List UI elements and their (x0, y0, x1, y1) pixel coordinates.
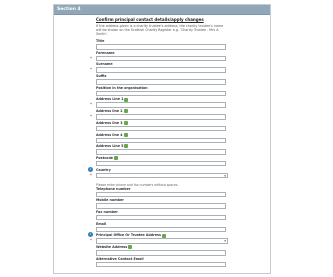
contact-input[interactable] (96, 203, 226, 209)
address-label: Address Line 1 (96, 97, 124, 102)
contact-label: Email (96, 221, 107, 226)
contact-field: Telephone number (96, 187, 270, 199)
alt-email-field: Alternative Contact Email (96, 257, 270, 269)
address-label: Title (96, 39, 105, 43)
required-marker: * (90, 102, 92, 108)
alt-email-label: Alternative Contact Email (96, 256, 144, 261)
chevron-down-icon: ▾ (224, 239, 226, 244)
country-select[interactable]: ▾ (96, 172, 228, 179)
contact-fields: Telephone number Mobile number Fax number E… (96, 187, 270, 234)
contact-field: Email (96, 222, 270, 234)
required-marker: * (90, 114, 92, 120)
address-field: Address Line 5 (96, 144, 270, 156)
form-note: If the address given is a charity truste… (96, 24, 224, 36)
website-field: Website Address (96, 245, 270, 257)
edit-icon[interactable] (114, 156, 119, 161)
address-label: Surname (96, 62, 113, 67)
edit-icon[interactable] (124, 97, 129, 102)
country-field: i Country ▾ * (88, 166, 270, 182)
edit-icon[interactable] (128, 245, 133, 250)
address-fields: Title Forename * Surname * Suffix Position in … (90, 39, 270, 168)
address-input[interactable] (96, 149, 226, 155)
edit-icon[interactable] (161, 233, 166, 238)
address-field: Address line 3 (96, 121, 270, 133)
address-field: Address Line 1 * (90, 97, 270, 109)
chevron-down-icon: ▾ (224, 173, 226, 178)
principal-office-field: i Principal Office Or Trustee Address ▾ … (88, 232, 270, 245)
address-field: Postcode (96, 156, 270, 168)
country-label: Country (96, 167, 111, 172)
address-input[interactable] (96, 90, 226, 97)
address-field: Position in the organisation (96, 86, 270, 98)
form-heading: Confirm principal contact details/apply … (96, 17, 204, 22)
address-input[interactable] (96, 79, 226, 85)
edit-icon[interactable] (123, 132, 128, 137)
contact-input[interactable] (96, 191, 226, 198)
address-label: Address line 3 (96, 120, 123, 125)
edit-icon[interactable] (124, 144, 129, 149)
address-input[interactable] (96, 125, 226, 132)
contact-label: Telephone number (96, 186, 131, 191)
edit-icon[interactable] (123, 109, 128, 114)
address-label: Address line 4 (96, 132, 123, 137)
contact-label: Mobile number (96, 198, 124, 203)
required-marker: * (90, 55, 92, 61)
contact-input[interactable] (96, 214, 226, 221)
principal-office-label: Principal Office Or Trustee Address (96, 233, 161, 238)
form-content: Confirm principal contact details/apply … (88, 17, 270, 269)
contact-field: Mobile number (96, 198, 270, 210)
website-label: Website Address (96, 245, 128, 249)
address-field: Forename * (90, 50, 270, 63)
address-input[interactable] (96, 67, 226, 73)
section-panel: Section 4 Confirm principal contact deta… (53, 4, 271, 274)
required-marker: * (90, 172, 92, 178)
address-input[interactable] (96, 114, 226, 120)
address-field: Title (96, 39, 270, 51)
address-label: Forename (96, 50, 115, 55)
address-label: Suffix (96, 74, 107, 79)
address-input[interactable] (96, 55, 226, 62)
address-input[interactable] (96, 44, 226, 50)
address-input[interactable] (96, 160, 226, 167)
info-icon[interactable]: i (88, 166, 93, 172)
address-input[interactable] (96, 137, 226, 143)
website-input[interactable] (96, 250, 226, 256)
address-field: Suffix (96, 74, 270, 86)
alt-email-input[interactable] (96, 261, 226, 268)
contact-label: Fax number (96, 209, 118, 214)
edit-icon[interactable] (123, 121, 128, 126)
address-label: Address line 2 (96, 109, 123, 114)
address-field: Address line 4 (96, 133, 270, 145)
contact-field: Fax number (96, 210, 270, 222)
address-input[interactable] (96, 102, 226, 108)
section-header: Section 4 (54, 5, 270, 15)
address-label: Address Line 5 (96, 144, 124, 149)
contact-input[interactable] (96, 226, 226, 233)
address-field: Address line 2 * (90, 109, 270, 121)
principal-office-select[interactable]: ▾ (96, 238, 228, 244)
required-marker: * (90, 67, 92, 73)
required-marker: * (90, 238, 92, 244)
address-field: Surname * (90, 62, 270, 74)
address-label: Postcode (96, 155, 114, 160)
address-label: Position in the organisation (96, 85, 148, 90)
info-icon[interactable]: i (88, 232, 93, 238)
